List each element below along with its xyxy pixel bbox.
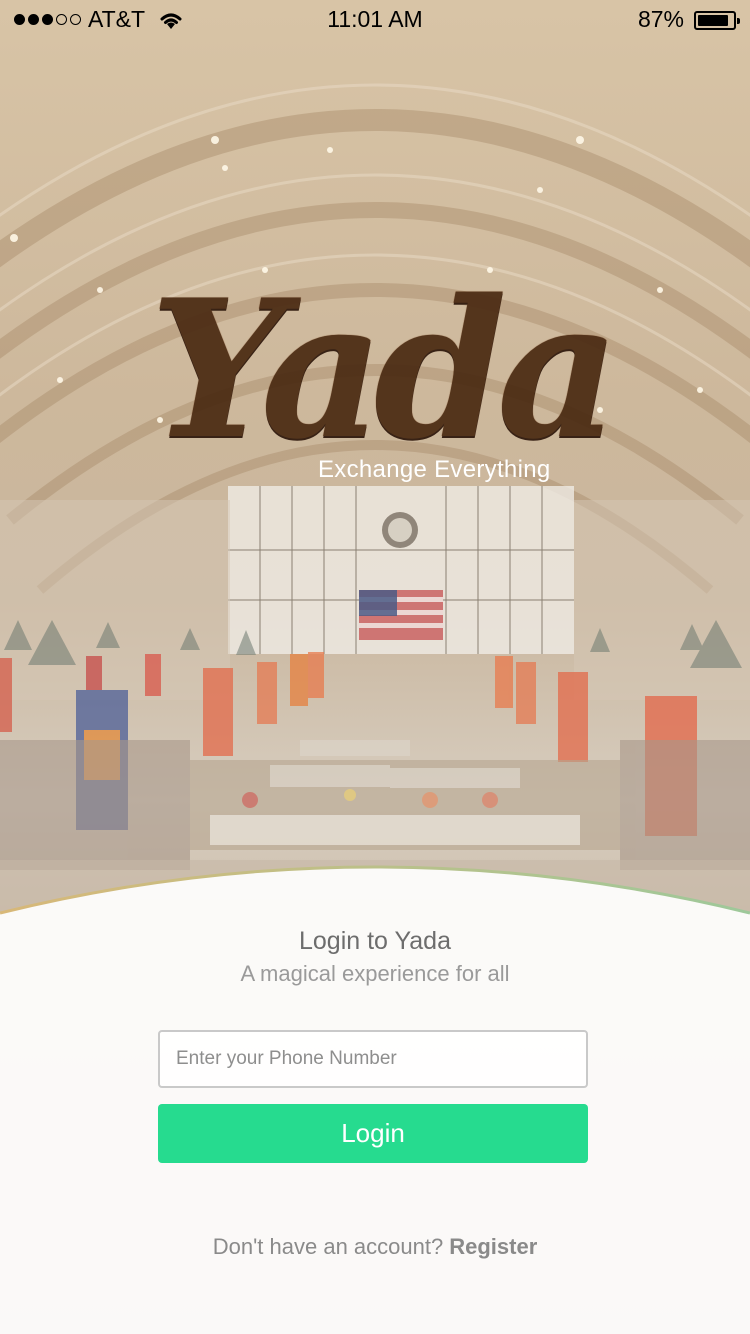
register-row: Don't have an account? Register (0, 1234, 750, 1260)
battery-percent: 87% (637, 6, 684, 32)
battery-icon (694, 11, 740, 30)
app-logo: Yada Exchange Everything (150, 258, 620, 520)
login-title: Login to Yada (299, 927, 451, 955)
status-bar: AT&T 11:01 AM 87% (0, 0, 750, 40)
app-tagline: Exchange Everything (318, 456, 551, 483)
register-prompt: Don't have an account? (212, 1234, 444, 1259)
login-sheet: Login to Yada A magical experience for a… (0, 865, 750, 1334)
phone-number-input[interactable] (158, 1030, 588, 1088)
register-link[interactable]: Register (449, 1234, 537, 1259)
login-subtitle: A magical experience for all (240, 961, 510, 986)
login-button[interactable]: Login (158, 1104, 588, 1163)
app-name-wordmark: Yada (150, 258, 620, 481)
